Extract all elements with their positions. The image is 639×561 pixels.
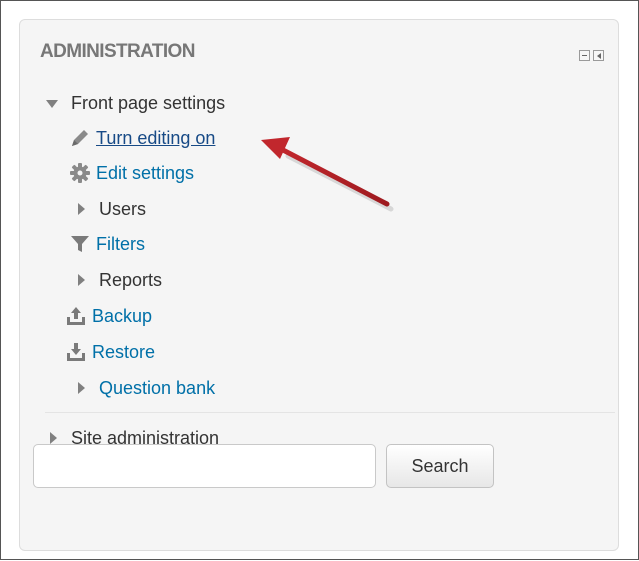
annotation-arrow-icon [261,137,394,212]
screenshot-frame: ADMINISTRATION Front page settings Turn … [0,0,639,560]
